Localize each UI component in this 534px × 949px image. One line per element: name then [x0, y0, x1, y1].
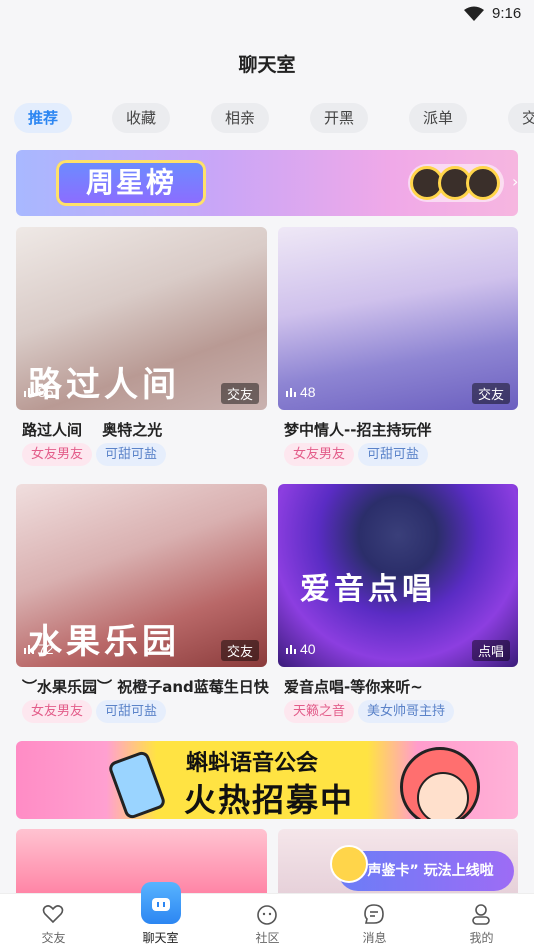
- promo-mascot-icon: [330, 845, 368, 883]
- audio-bars-icon: [24, 388, 34, 397]
- nav-label: 消息: [362, 931, 387, 945]
- tab-dispatch[interactable]: 派单: [409, 103, 468, 133]
- nav-item-community[interactable]: 社区: [214, 894, 321, 949]
- nav-item-chatroom[interactable]: 聊天室: [107, 882, 214, 949]
- banner-title: 周星榜: [56, 160, 206, 206]
- audio-bars-icon: [24, 645, 34, 654]
- nav-label: 社区: [255, 931, 280, 945]
- room-name: 爱音点唱-等你来听~: [284, 678, 423, 696]
- profile-icon: [472, 904, 490, 925]
- room-type-badge: 点唱: [471, 640, 510, 661]
- count-value: 72: [38, 641, 54, 657]
- wifi-icon: [464, 6, 484, 21]
- weekly-star-banner[interactable]: 周星榜 ›: [16, 150, 518, 216]
- nav-item-profile[interactable]: 我的: [428, 894, 534, 949]
- listener-count: 72: [24, 641, 54, 657]
- chevron-right-icon: ›: [512, 172, 518, 191]
- nav-item-messages[interactable]: 消息: [321, 894, 428, 949]
- audio-bars-icon: [286, 645, 296, 654]
- room-tags: 天籁之音 美女帅哥主持: [284, 700, 458, 724]
- room-name: ︶水果乐园︶ 祝橙子and蓝莓生日快...: [22, 678, 270, 696]
- nav-label: 交友: [41, 931, 66, 945]
- nav-label: 聊天室: [142, 931, 179, 945]
- tag: 美女帅哥主持: [358, 700, 455, 723]
- top-avatars: [408, 164, 504, 202]
- page-title: 聊天室: [238, 54, 296, 76]
- mascot-image: [400, 747, 480, 819]
- room-type-badge: 交友: [220, 640, 259, 661]
- bottom-nav: 交友 聊天室 社区 消息 我的: [0, 882, 534, 949]
- room-name: 梦中情人--招主持玩伴: [284, 421, 432, 439]
- tag: 女友男友: [22, 700, 93, 723]
- banner-line2: 火热招募中: [184, 781, 355, 819]
- tab-recommend[interactable]: 推荐: [14, 103, 73, 133]
- tag: 女友男友: [22, 443, 93, 466]
- avatar: [466, 166, 500, 200]
- tab-dating[interactable]: 相亲: [211, 103, 270, 133]
- community-icon: [257, 905, 277, 925]
- banner-line1: 蝌蚪语音公会: [186, 751, 319, 776]
- tab-gaming[interactable]: 开黑: [310, 103, 369, 133]
- status-time: 9:16: [492, 5, 522, 22]
- listener-count: 85: [24, 384, 54, 400]
- room-cover: 48 交友: [278, 227, 518, 410]
- room-type-badge: 交友: [220, 383, 259, 404]
- tag: 天籁之音: [284, 700, 355, 723]
- room-name: 路过人间 奥特之光: [22, 421, 163, 439]
- count-value: 40: [300, 641, 316, 657]
- tab-favorites[interactable]: 收藏: [112, 103, 171, 133]
- tag: 女友男友: [284, 443, 355, 466]
- tag: 可甜可盐: [358, 443, 429, 466]
- tab-social[interactable]: 交: [508, 103, 534, 133]
- room-tags: 女友男友 可甜可盐: [284, 443, 432, 467]
- listener-count: 48: [286, 384, 316, 400]
- microphone-icon: [107, 749, 167, 819]
- guild-recruit-banner[interactable]: 蝌蚪语音公会 火热招募中: [16, 741, 518, 819]
- tag: 可甜可盐: [96, 700, 167, 723]
- count-value: 48: [300, 384, 316, 400]
- room-tags: 女友男友 可甜可盐: [22, 443, 170, 467]
- room-type-badge: 交友: [471, 383, 510, 404]
- nav-label: 我的: [469, 931, 494, 945]
- nav-item-friends[interactable]: 交友: [0, 894, 107, 949]
- audio-bars-icon: [286, 388, 296, 397]
- room-cover: 路过人间 85 交友: [16, 227, 267, 410]
- room-cover: 水果乐园 72 交友: [16, 484, 267, 667]
- room-cover: “声鉴卡” 玩法上线啦: [278, 829, 518, 899]
- category-tabs: 推荐 收藏 相亲 开黑 派单 交: [14, 103, 534, 133]
- room-cover: 爱音点唱 40 点唱: [278, 484, 518, 667]
- cover-title: 爱音点唱: [300, 572, 436, 607]
- message-icon: [364, 904, 384, 924]
- chat-room-icon: [141, 882, 181, 924]
- heart-icon: [42, 905, 64, 924]
- tag: 可甜可盐: [96, 443, 167, 466]
- status-bar: 9:16: [0, 0, 534, 30]
- room-tags: 女友男友 可甜可盐: [22, 700, 170, 724]
- count-value: 85: [38, 384, 54, 400]
- listener-count: 40: [286, 641, 316, 657]
